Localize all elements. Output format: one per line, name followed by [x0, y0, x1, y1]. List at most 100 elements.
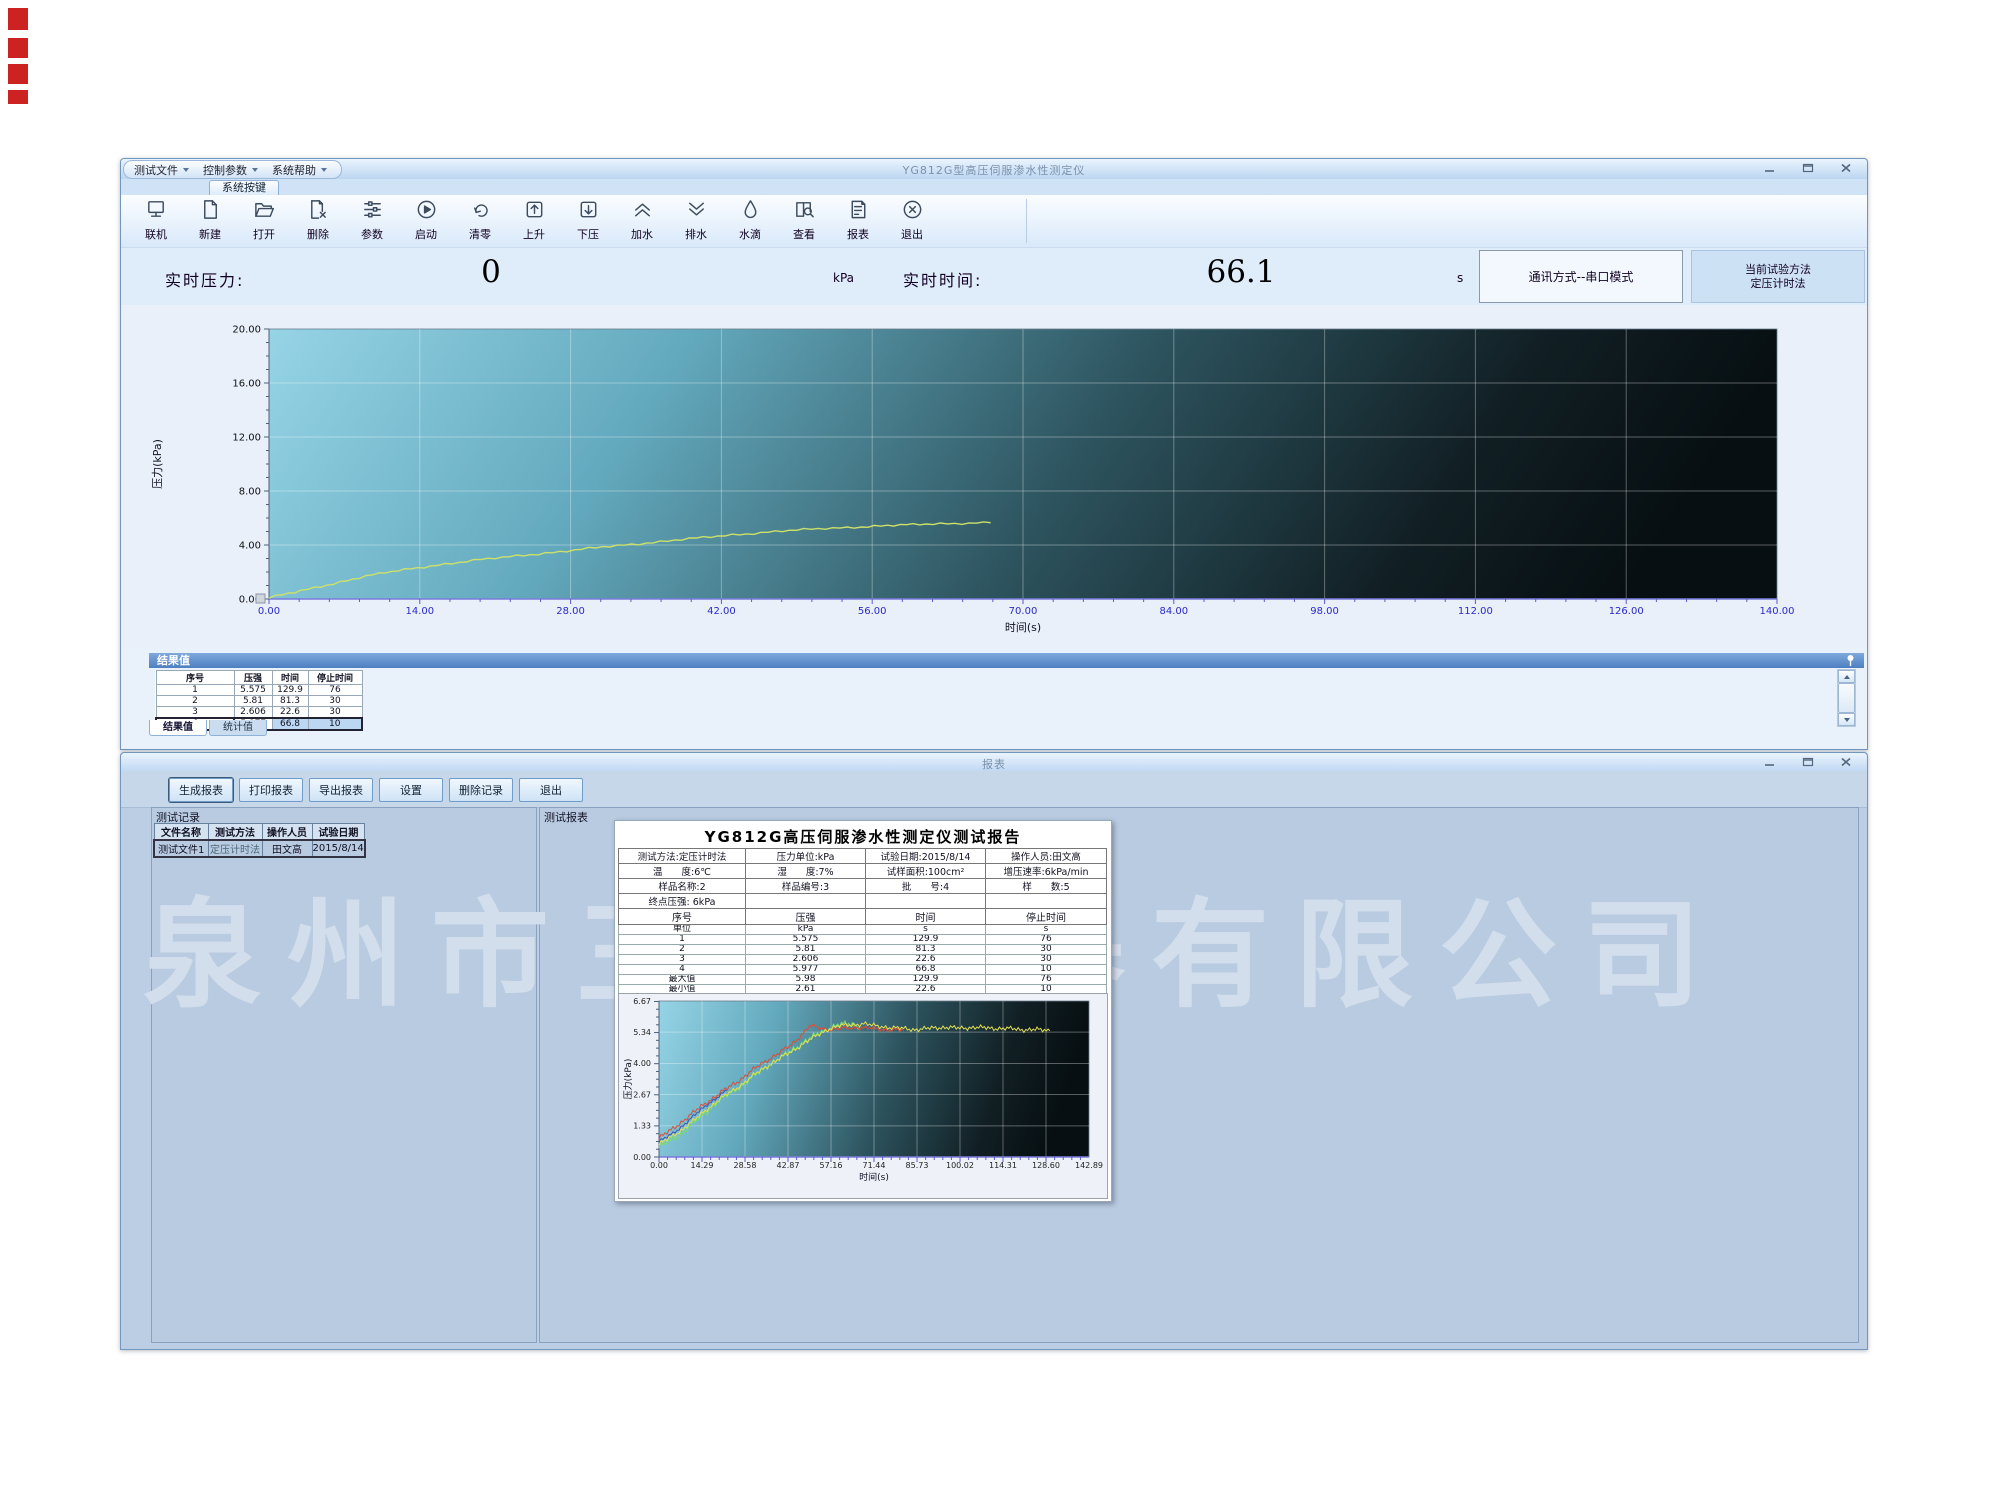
comm-mode-box: 通讯方式--串口模式 — [1479, 250, 1683, 303]
record-cell: 测试文件1 — [154, 840, 208, 857]
report-data-cell: 2.606 — [746, 955, 866, 965]
toolbar-connect-button[interactable]: 联机 — [129, 195, 183, 245]
toolbar-exit-button[interactable]: 退出 — [885, 195, 939, 245]
report-info-cell: 批 号:4 — [866, 879, 986, 894]
toolbar-water-drop-button[interactable]: 水滴 — [723, 195, 777, 245]
close-button[interactable] — [1835, 755, 1857, 769]
x-tick-label: 126.00 — [1609, 606, 1644, 617]
results-column-header: 压强 — [234, 671, 272, 685]
x-tick-label: 128.60 — [1032, 1161, 1060, 1170]
x-axis-title: 时间(s) — [1005, 621, 1041, 634]
y-tick-label: 1.33 — [633, 1122, 651, 1131]
x-tick-label: 84.00 — [1159, 606, 1188, 617]
minimize-button[interactable] — [1759, 161, 1781, 175]
x-tick-label: 57.16 — [820, 1161, 843, 1170]
toolbar-open-button[interactable]: 打开 — [237, 195, 291, 245]
toolbar-drain-button[interactable]: 排水 — [669, 195, 723, 245]
x-tick-label: 112.00 — [1458, 606, 1493, 617]
red-edge-mark — [8, 38, 28, 58]
report-window-title: 报表 — [121, 756, 1867, 772]
reset-arc-icon — [469, 198, 492, 225]
results-cell: 2 — [156, 696, 234, 707]
results-column-header: 时间 — [272, 671, 308, 685]
report-data-cell: 129.9 — [866, 935, 986, 945]
scroll-up-button[interactable] — [1838, 670, 1855, 683]
results-cell: 1 — [156, 685, 234, 696]
toolbar-rise-button[interactable]: 上升 — [507, 195, 561, 245]
report-info-row-3: 终点压强: 6kPa — [619, 894, 1107, 909]
play-circle-icon — [415, 198, 438, 225]
close-circle-icon — [901, 198, 924, 225]
minimize-button[interactable] — [1759, 755, 1781, 769]
main-chart-svg: 0.0014.0028.0042.0056.0070.0084.0098.001… — [121, 305, 1867, 647]
report-data-cell: s — [986, 925, 1107, 935]
report-data-cell: 单位 — [619, 925, 746, 935]
x-tick-label: 0.00 — [258, 606, 280, 617]
report-column-header: 序号 — [619, 909, 746, 925]
results-row-2[interactable]: 25.8181.330 — [156, 696, 362, 707]
toolbar-delete-button[interactable]: 删除 — [291, 195, 345, 245]
toolbar-button-label: 参数 — [361, 226, 383, 242]
toolbar-reset-button[interactable]: 清零 — [453, 195, 507, 245]
toolbar-new-button[interactable]: 新建 — [183, 195, 237, 245]
toolbar-params-button[interactable]: 参数 — [345, 195, 399, 245]
records-header-row: 文件名称测试方法操作人员试验日期 — [154, 824, 365, 841]
report-data-cell: 22.6 — [866, 955, 986, 965]
x-tick-label: 100.02 — [946, 1161, 974, 1170]
comm-mode-text: 通讯方式--串口模式 — [1529, 268, 1634, 285]
report-info-row-0: 测试方法:定压计时法压力单位:kPa试验日期:2015/8/14操作人员:田文高 — [619, 849, 1107, 864]
maximize-button[interactable] — [1797, 755, 1819, 769]
results-row-3[interactable]: 32.60622.630 — [156, 707, 362, 719]
results-tab-0[interactable]: 结果值 — [149, 720, 207, 736]
x-tick-label: 71.44 — [863, 1161, 886, 1170]
record-cell: 田文高 — [262, 840, 312, 857]
pressure-unit: kPa — [833, 271, 854, 285]
results-cell: 10 — [308, 718, 362, 730]
report-button-5[interactable]: 退出 — [519, 778, 583, 802]
y-axis-title: 压力(kPa) — [151, 439, 164, 489]
toolbar-press-button[interactable]: 下压 — [561, 195, 615, 245]
toolbar-start-button[interactable]: 启动 — [399, 195, 453, 245]
scroll-down-button[interactable] — [1838, 713, 1855, 726]
x-tick-label: 70.00 — [1009, 606, 1038, 617]
results-scrollbar[interactable] — [1837, 669, 1856, 727]
report-data-cell: 76 — [986, 975, 1107, 985]
report-info-row-2: 样品名称:2样品编号:3批 号:4样 数:5 — [619, 879, 1107, 894]
toolbar-button-label: 退出 — [901, 226, 923, 242]
results-cell: 129.9 — [272, 685, 308, 696]
results-row-1[interactable]: 15.575129.976 — [156, 685, 362, 696]
scrollbar-thumb[interactable] — [1838, 683, 1855, 713]
report-chart-panel: 0.0014.2928.5842.8757.1671.4485.73100.02… — [618, 993, 1108, 1199]
maximize-button[interactable] — [1797, 161, 1819, 175]
report-info-cell: 终点压强: 6kPa — [619, 894, 746, 909]
toolbar-add-water-button[interactable]: 加水 — [615, 195, 669, 245]
report-button-2[interactable]: 导出报表 — [309, 778, 373, 802]
report-table-header-row: 序号压强时间停止时间 — [619, 909, 1107, 925]
results-cell: 81.3 — [272, 696, 308, 707]
report-data-cell: 5.977 — [746, 965, 866, 975]
records-column-header: 文件名称 — [154, 824, 208, 841]
report-info-cell: 测试方法:定压计时法 — [619, 849, 746, 864]
x-tick-label: 28.00 — [556, 606, 585, 617]
report-info-cell: 湿 度:7% — [746, 864, 866, 879]
report-button-0[interactable]: 生成报表 — [169, 778, 233, 802]
close-button[interactable] — [1835, 161, 1857, 175]
report-button-1[interactable]: 打印报表 — [239, 778, 303, 802]
report-title: YG812G高压伺服渗水性测定仪测试报告 — [615, 826, 1111, 847]
report-button-4[interactable]: 删除记录 — [449, 778, 513, 802]
toolbar-button-label: 报表 — [847, 226, 869, 242]
record-row-1[interactable]: 测试文件1定压计时法田文高2015/8/14 — [154, 840, 365, 857]
report-button-3[interactable]: 设置 — [379, 778, 443, 802]
toolbar-view-button[interactable]: 查看 — [777, 195, 831, 245]
toolbar-button-label: 排水 — [685, 226, 707, 242]
tab-system-keys[interactable]: 系统按键 — [209, 180, 279, 195]
parameter-list-icon — [361, 198, 384, 225]
axis-origin-handle[interactable] — [256, 594, 265, 603]
report-info-cell — [746, 894, 866, 909]
y-tick-label: 8.00 — [239, 487, 261, 498]
report-data-cell: 5.81 — [746, 945, 866, 955]
realtime-time-label: 实时时间: — [903, 267, 982, 291]
toolbar-report-button[interactable]: 报表 — [831, 195, 885, 245]
results-tab-1[interactable]: 统计值 — [209, 720, 267, 736]
report-info-cell: 试验日期:2015/8/14 — [866, 849, 986, 864]
